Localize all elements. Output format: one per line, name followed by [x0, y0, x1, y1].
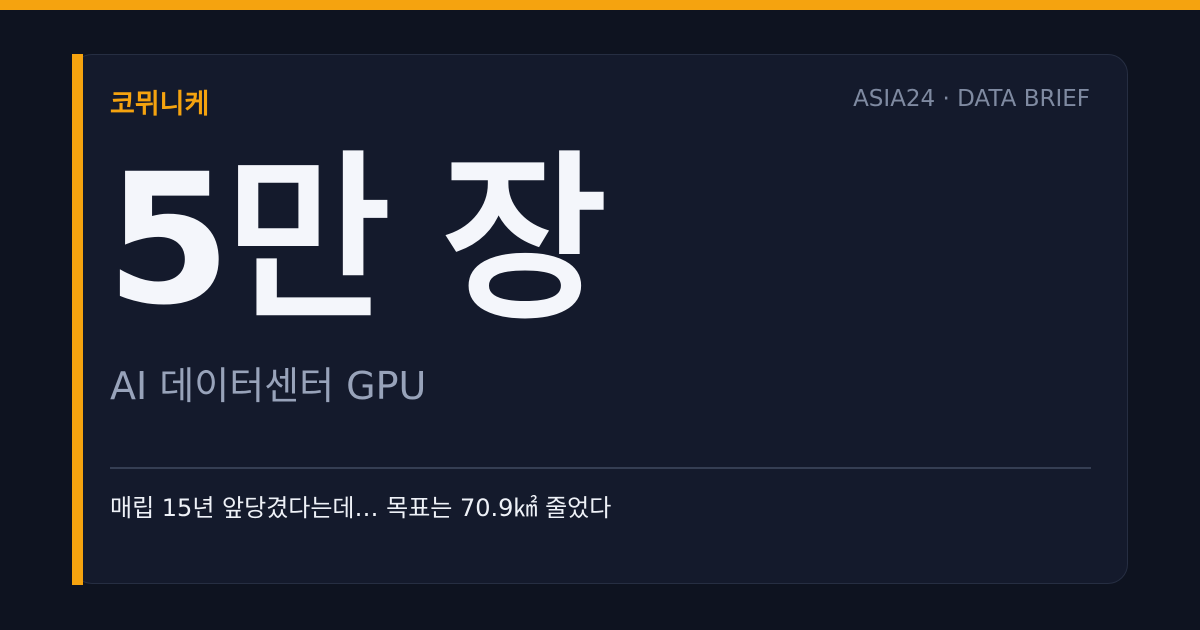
brand-name: 코뮈니케 [110, 89, 210, 120]
caption: 매립 15년 앞당겼다는데… 목표는 70.9㎢ 줄었다 [110, 494, 612, 522]
top-accent-bar [0, 0, 1200, 10]
divider [110, 467, 1091, 469]
source-label: ASIA24 · DATA BRIEF [853, 86, 1090, 112]
card-accent-bar [72, 54, 83, 585]
headline-figure: 5만 장 [106, 136, 607, 345]
subtitle: AI 데이터센터 GPU [110, 364, 427, 408]
